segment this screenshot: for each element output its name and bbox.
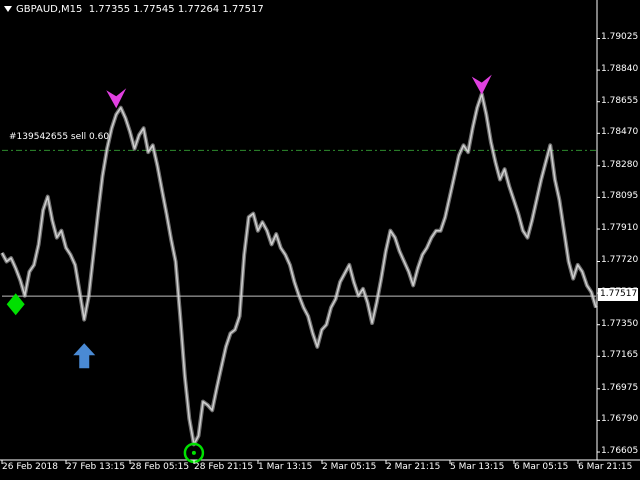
symbol-dropdown-icon[interactable] — [4, 6, 12, 12]
price-tick-label: 1.78470 — [601, 127, 639, 138]
price-tick-label: 1.77910 — [601, 223, 639, 234]
time-tick-label: 28 Feb 21:15 — [194, 462, 254, 472]
order-line-label: #139542655 sell 0.60 — [9, 132, 110, 142]
price-tick-label: 1.76975 — [601, 382, 639, 393]
current-price-label: 1.77517 — [598, 288, 638, 301]
price-tick-label: 1.78095 — [601, 191, 639, 202]
price-tick-label: 1.78655 — [601, 95, 639, 106]
time-tick-label: 28 Feb 05:15 — [130, 462, 190, 472]
sell-arrow-signal — [106, 88, 127, 109]
time-tick-label: 2 Mar 05:15 — [322, 462, 377, 472]
exit-circle-signal-dot — [191, 450, 196, 455]
price-tick-label: 1.78280 — [601, 159, 639, 170]
ohlc-values: 1.77355 1.77545 1.77264 1.77517 — [88, 4, 264, 15]
price-tick-label: 1.76605 — [601, 446, 639, 457]
buy-arrow-signal — [73, 343, 96, 369]
time-tick-label: 26 Feb 2018 — [2, 462, 59, 472]
price-tick-label: 1.77165 — [601, 350, 639, 361]
chart-window[interactable]: GBPAUD,M15 1.77355 1.77545 1.77264 1.775… — [0, 0, 640, 480]
time-tick-label: 5 Mar 13:15 — [450, 462, 505, 472]
price-tick-label: 1.77350 — [601, 318, 639, 329]
sell-arrow-signal — [471, 74, 492, 95]
price-tick-label: 1.79025 — [601, 32, 639, 43]
time-tick-label: 2 Mar 21:15 — [386, 462, 441, 472]
time-tick-label: 27 Feb 13:15 — [66, 462, 126, 472]
price-line — [1, 93, 597, 446]
time-tick-label: 1 Mar 13:15 — [258, 462, 313, 472]
price-chart[interactable] — [0, 0, 640, 480]
price-tick-label: 1.77720 — [601, 255, 639, 266]
chart-header: GBPAUD,M15 1.77355 1.77545 1.77264 1.775… — [4, 4, 264, 15]
price-tick-label: 1.78840 — [601, 64, 639, 75]
time-tick-label: 6 Mar 21:15 — [578, 462, 633, 472]
symbol-timeframe: GBPAUD,M15 — [16, 4, 83, 15]
price-tick-label: 1.76790 — [601, 414, 639, 425]
time-tick-label: 6 Mar 05:15 — [514, 462, 569, 472]
